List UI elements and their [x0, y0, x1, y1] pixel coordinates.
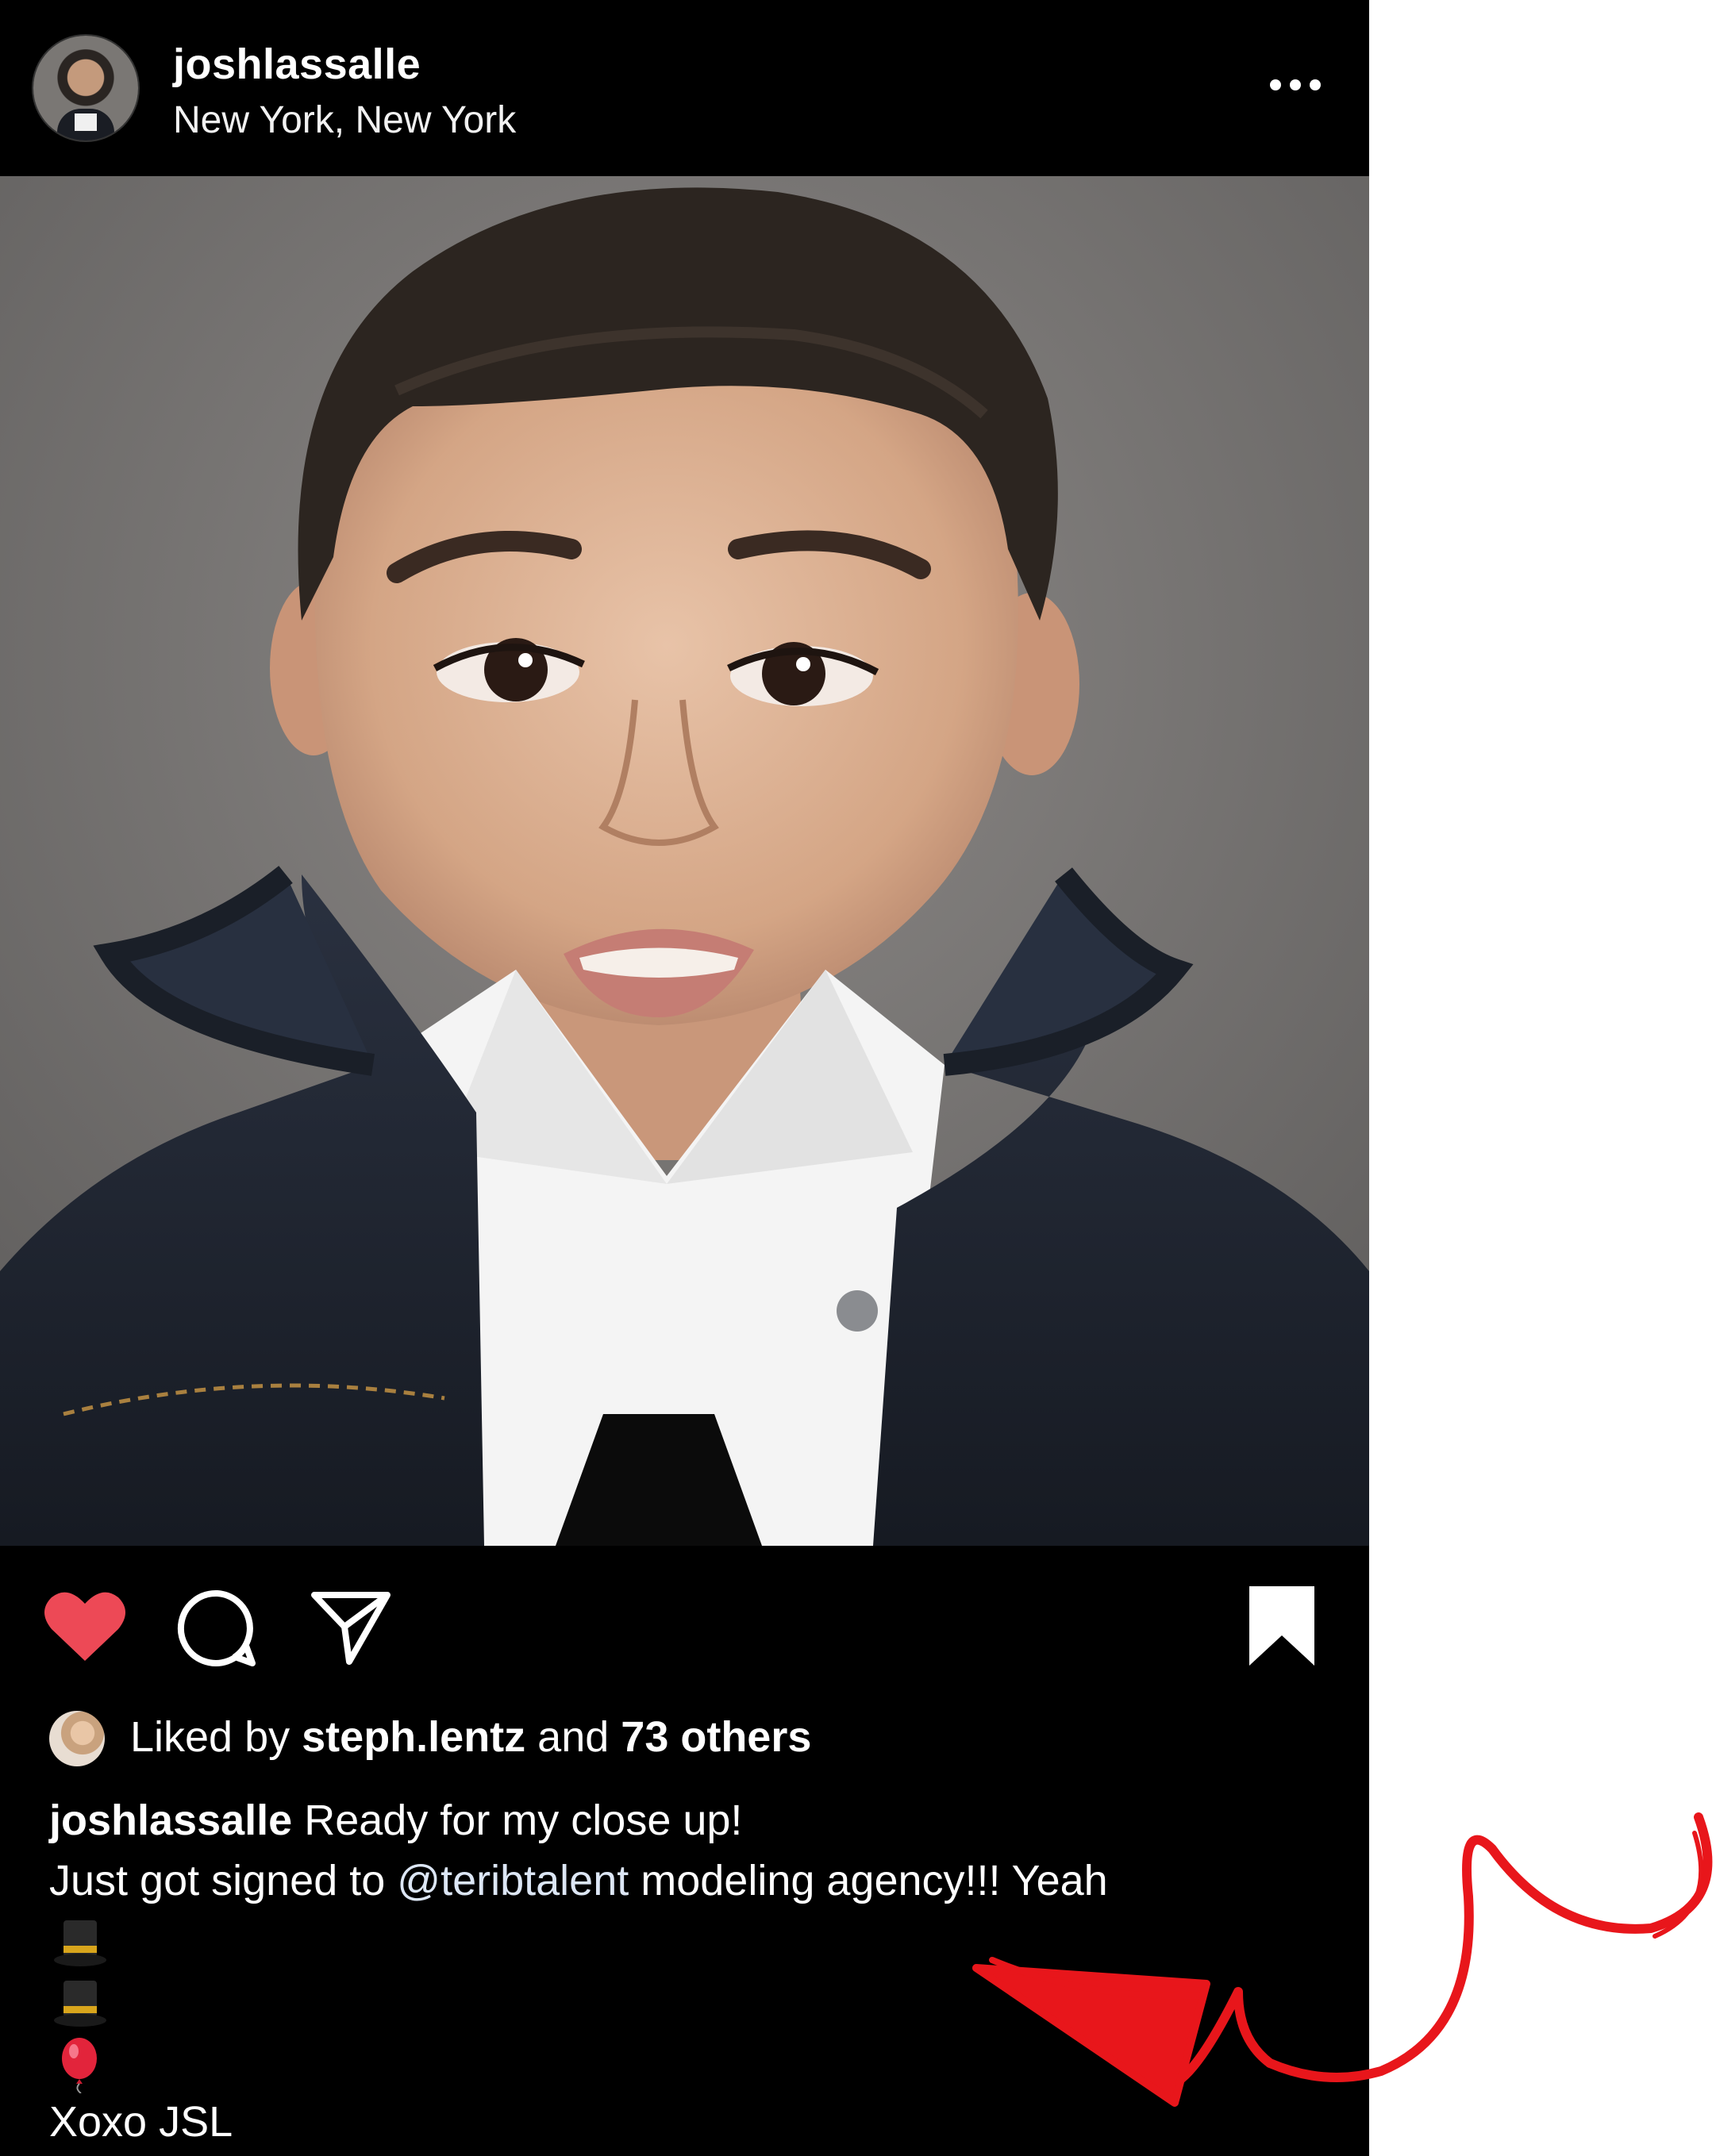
- top-hat-icon: [54, 1981, 106, 2027]
- balloon-icon: [62, 2038, 97, 2093]
- likes-middle: and: [525, 1713, 621, 1761]
- likes-summary[interactable]: Liked by steph.lentz and 73 others: [49, 1706, 1319, 1770]
- likes-count[interactable]: 73 others: [621, 1713, 811, 1761]
- liker-avatar[interactable]: [49, 1711, 105, 1766]
- action-bar: [0, 1546, 1369, 1704]
- red-arrow-scribble-icon: [972, 1812, 1713, 2107]
- comment-icon[interactable]: [176, 1587, 259, 1670]
- tophat-emoji-1: [49, 1911, 108, 1971]
- portrait-illustration: [0, 176, 1369, 1546]
- post-location[interactable]: New York, New York: [173, 98, 516, 142]
- post-header: joshlassalle New York, New York: [0, 0, 1369, 176]
- paper-plane-icon[interactable]: [310, 1585, 392, 1668]
- likes-prefix: Liked by: [130, 1713, 302, 1761]
- post-username[interactable]: joshlassalle: [173, 40, 421, 89]
- top-hat-icon: [54, 1920, 106, 1966]
- caption-author[interactable]: joshlassalle: [49, 1797, 292, 1844]
- more-options-icon[interactable]: [1268, 73, 1324, 97]
- heart-icon[interactable]: [44, 1589, 126, 1664]
- likes-text: Liked by steph.lentz and 73 others: [130, 1712, 811, 1762]
- caption-mention[interactable]: @teribtalent: [397, 1857, 629, 1904]
- tophat-emoji-2: [49, 1971, 108, 2031]
- profile-avatar[interactable]: [33, 36, 138, 140]
- bookmark-icon[interactable]: [1246, 1583, 1318, 1669]
- liker-username[interactable]: steph.lentz: [302, 1713, 525, 1761]
- caption-text-1: Ready for my close up!: [292, 1797, 743, 1844]
- balloon-emoji: [49, 2031, 108, 2093]
- avatar-collar: [75, 113, 97, 131]
- post-photo[interactable]: [0, 176, 1369, 1546]
- caption-text-2a: Just got signed to: [49, 1857, 398, 1904]
